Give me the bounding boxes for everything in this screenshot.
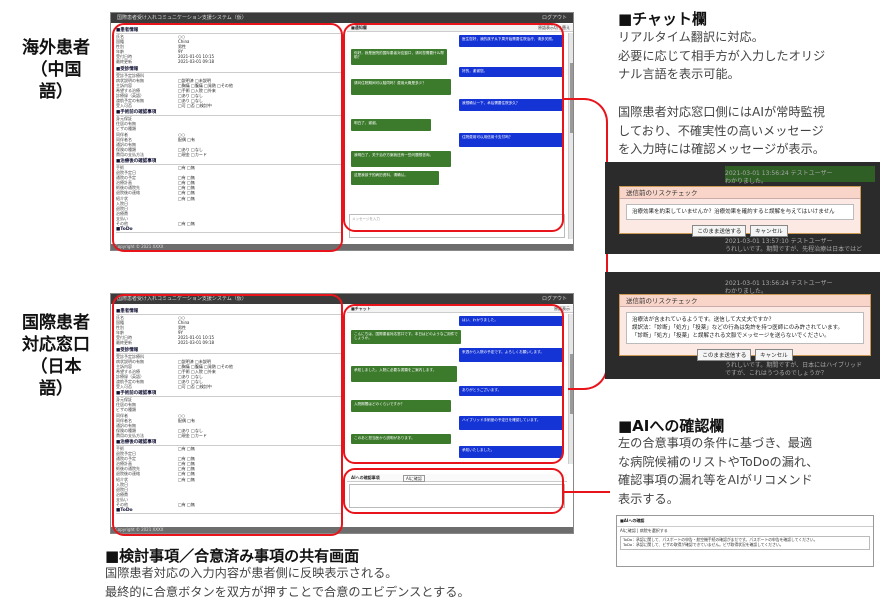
dialog1-bg-line: わかりました。 — [725, 178, 768, 185]
chat-annotation-line: ナル言語を表示可能。 — [618, 67, 740, 81]
ai-annotation-line: 確認事項の漏れ等をAIがリコメンド — [618, 473, 813, 487]
ai-annotation-title: ■AIへの確認欄 — [618, 417, 725, 435]
foreign-patient-label: 海外患者 （中国語） — [22, 37, 90, 103]
risk-check-screenshot-1: 2021-03-01 13:56:24 テストユーザー わかりました。 2021… — [605, 162, 880, 254]
intl-desk-label-line2: 対応窓口 — [22, 335, 90, 355]
risk-check-dialog-1: 送信前のリスクチェック 治療効果を約束していませんか？治療効果を確約すると誤解を… — [619, 186, 861, 237]
chat-connector-line — [564, 98, 584, 100]
highlight-bottom-chat — [343, 304, 564, 464]
ai-annotation-text: 左の合意事項の条件に基づき、最適 な病院候補のリストやToDoの漏れ、 確認事項… — [618, 434, 888, 508]
chat-connector-bracket — [568, 98, 608, 390]
ai-annotation-line: 表示する。 — [618, 491, 679, 506]
patient-app-titlebar: 国際患者受け入れコミュニケーション支援システム（仮） ログアウト — [111, 13, 573, 23]
foreign-patient-label-line1: 海外患者 — [22, 38, 90, 58]
monitor-annotation-line: しており、不確実性の高いメッセージ — [618, 123, 824, 138]
highlight-bottom-form — [112, 294, 343, 536]
patient-app-title: 国際患者受け入れコミュニケーション支援システム（仮） — [117, 15, 247, 21]
shared-annotation-text: 国際患者対応の入力内容が患者側に反映表示される。 最終的に合意ボタンを双方が押す… — [105, 564, 585, 602]
monitor-annotation-line: を入力時には確認メッセージが表示。 — [618, 142, 825, 156]
chat-annotation-line: 必要に応じて相手方が入力したオリジ — [618, 48, 826, 63]
dialog2-message-line: 誤訳法：「診断」「処方」「投薬」などの行為は免許を持つ医師にのみ許されています。 — [632, 325, 844, 331]
shared-annotation-title: ■検討事項／合意済み事項の共有画面 — [105, 547, 360, 565]
monitor-annotation-text: 国際患者対応窓口側にはAIが常時監視 しており、不確実性の高いメッセージ を入力… — [618, 103, 888, 159]
highlight-top-form — [112, 23, 343, 252]
dialog2-bg-line: ですが、これはうつるのでしょうか？ — [725, 370, 827, 377]
dialog2-send-button[interactable]: このまま送信する — [697, 349, 752, 361]
dialog1-message: 治療効果を約束していませんか？治療効果を確約すると誤解を与えてはいけません — [626, 204, 854, 220]
intl-desk-label-line3: （日本語） — [30, 357, 82, 399]
ai-annotation-line: な病院候補のリストやToDoの漏れ、 — [618, 454, 819, 469]
mini-ai-buttons[interactable]: AIに確認 | 病院を選択する — [617, 527, 873, 535]
dialog1-bg-line: うれしいです。期間ですが、先程治療は日本ではど — [725, 246, 863, 253]
ai-connector-line — [564, 491, 610, 493]
patient-logout-link[interactable]: ログアウト — [542, 13, 567, 23]
monitor-annotation-line: 国際患者対応窓口側にはAIが常時監視 — [618, 105, 825, 119]
highlight-bottom-ai — [343, 468, 564, 514]
mini-ai-recommendations: ToDo：承認に関して、パスポートの申告・航空機手続の確認がまだです。パスポート… — [620, 536, 870, 550]
ai-annotation-line: 左の合意事項の条件に基づき、最適 — [618, 436, 813, 450]
risk-check-screenshot-2: 2021-03-01 13:56:24 テストユーザー わかりました。 うれしい… — [605, 272, 880, 379]
dialog2-message: 治療法が含まれているようです。送信して大丈夫ですか？ 誤訳法：「診断」「処方」「… — [626, 312, 864, 344]
dialog2-message-line: 「診断」「処方」「投薬」と誤解される文脈でメッセージを送らないでください。 — [632, 333, 830, 339]
chat-annotation-text: リアルタイム翻訳に対応。 必要に応じて相手方が入力したオリジ ナル言語を表示可能… — [618, 28, 888, 84]
intl-desk-label: 国際患者 対応窓口 （日本語） — [18, 312, 94, 400]
intl-desk-label-line1: 国際患者 — [22, 313, 90, 333]
dialog1-send-button[interactable]: このまま送信する — [692, 225, 747, 237]
dialog1-cancel-button[interactable]: キャンセル — [750, 225, 788, 237]
dialog2-title: 送信前のリスクチェック — [620, 295, 870, 307]
dialog2-message-line: 治療法が含まれているようです。送信して大丈夫ですか？ — [632, 317, 775, 323]
highlight-top-chat — [343, 23, 564, 232]
mini-ai-line: ToDo：承認に関して、ビザの取得が確認できていません。ビザ取得状況を確認してく… — [623, 541, 784, 547]
shared-annotation-line: 国際患者対応の入力内容が患者側に反映表示される。 — [105, 566, 398, 580]
dialog2-cancel-button[interactable]: キャンセル — [755, 349, 793, 361]
chat-annotation-title: ■チャット欄 — [618, 10, 708, 28]
desk-logout-link[interactable]: ログアウト — [542, 294, 567, 304]
mini-ai-title: ■AIへの確認 — [617, 516, 873, 527]
ai-check-panel-screenshot: ■AIへの確認 AIに確認 | 病院を選択する ToDo：承認に関して、パスポー… — [616, 515, 874, 567]
shared-annotation-line: 最終的に合意ボタンを双方が押すことで合意のエビデンスとする。 — [105, 585, 470, 599]
dialog1-title: 送信前のリスクチェック — [620, 187, 860, 199]
foreign-patient-label-line2: （中国語） — [30, 60, 82, 102]
risk-check-dialog-2: 送信前のリスクチェック 治療法が含まれているようです。送信して大丈夫ですか？ 誤… — [619, 294, 871, 361]
chat-annotation-line: リアルタイム翻訳に対応。 — [618, 30, 764, 44]
